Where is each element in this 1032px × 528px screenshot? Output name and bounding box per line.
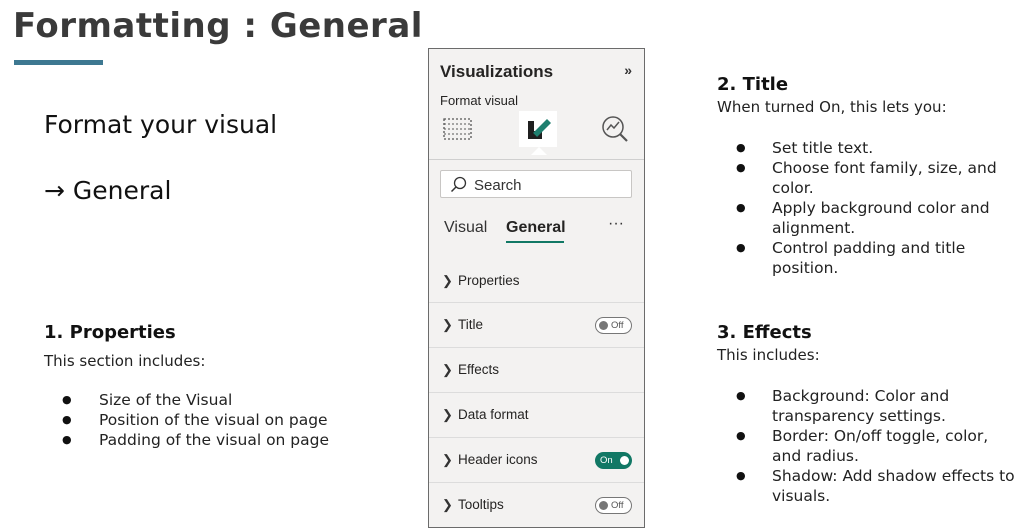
toggle-state: Off <box>611 500 624 511</box>
list-item: Choose font family, size, and color. <box>717 158 1017 198</box>
effects-section-heading: 3. Effects <box>717 322 812 343</box>
toggle-knob <box>599 321 608 330</box>
format-visual-icon[interactable] <box>519 111 557 147</box>
toggle-state: Off <box>611 320 624 331</box>
title-toggle[interactable]: Off <box>595 317 632 334</box>
subtitle-format-visual: Format your visual <box>44 110 278 139</box>
list-item: Set title text. <box>717 138 1017 158</box>
list-item: Padding of the visual on page <box>44 430 374 450</box>
list-item: Shadow: Add shadow effects to visuals. <box>717 466 1022 506</box>
title-section-heading: 2. Title <box>717 74 789 95</box>
search-input[interactable]: Search <box>440 170 632 198</box>
list-item: Apply background color and alignment. <box>717 198 1017 238</box>
properties-intro: This section includes: <box>44 352 206 370</box>
section-label: Effects <box>458 362 500 377</box>
section-label: Tooltips <box>458 497 504 512</box>
properties-heading: 1. Properties <box>44 322 176 343</box>
tab-general[interactable]: General <box>506 219 566 237</box>
pane-mode-icons <box>429 109 644 155</box>
tab-visual[interactable]: Visual <box>444 219 487 237</box>
search-icon <box>450 176 467 193</box>
format-visual-label: Format visual <box>440 93 519 108</box>
chevron-right-icon: ❯ <box>442 317 453 332</box>
section-data-format[interactable]: ❯ Data format <box>429 392 644 437</box>
more-options-icon[interactable]: ··· <box>608 215 624 233</box>
collapse-pane-icon[interactable]: » <box>624 62 632 78</box>
build-visual-icon[interactable] <box>441 113 475 145</box>
list-item: Control padding and title position. <box>717 238 1017 278</box>
list-item: Size of the Visual <box>44 390 374 410</box>
section-effects[interactable]: ❯ Effects <box>429 347 644 392</box>
search-placeholder: Search <box>474 177 522 194</box>
list-item: Position of the visual on page <box>44 410 374 430</box>
chevron-right-icon: ❯ <box>442 407 453 422</box>
list-item: Background: Color and transparency setti… <box>717 386 1022 426</box>
pane-title: Visualizations <box>440 62 554 81</box>
chevron-right-icon: ❯ <box>442 273 453 288</box>
slide-title: Formatting : General <box>13 6 423 46</box>
section-title[interactable]: ❯ Title Off <box>429 302 644 347</box>
effects-section-intro: This includes: <box>717 346 820 364</box>
toggle-knob <box>599 501 608 510</box>
pane-divider <box>429 159 644 160</box>
chevron-right-icon: ❯ <box>442 362 453 377</box>
chevron-right-icon: ❯ <box>442 497 453 512</box>
effects-section-list: Background: Color and transparency setti… <box>717 386 1022 506</box>
analytics-icon[interactable] <box>598 113 632 145</box>
visualizations-pane: Visualizations » Format visual Search Vi… <box>428 48 645 528</box>
section-label: Properties <box>458 273 520 288</box>
tooltips-toggle[interactable]: Off <box>595 497 632 514</box>
active-indicator <box>531 147 547 155</box>
active-tab-underline <box>506 241 564 243</box>
section-label: Data format <box>458 407 529 422</box>
toggle-knob <box>620 456 629 465</box>
section-label: Header icons <box>458 452 538 467</box>
properties-list: Size of the Visual Position of the visua… <box>44 390 374 450</box>
title-section-list: Set title text. Choose font family, size… <box>717 138 1017 278</box>
section-label: Title <box>458 317 484 332</box>
section-properties[interactable]: ❯ Properties <box>429 259 644 304</box>
title-section-intro: When turned On, this lets you: <box>717 98 947 116</box>
list-item: Border: On/off toggle, color, and radius… <box>717 426 1022 466</box>
subtitle-general: → General <box>44 176 172 205</box>
header-icons-toggle[interactable]: On <box>595 452 632 469</box>
toggle-state: On <box>600 455 613 466</box>
chevron-right-icon: ❯ <box>442 452 453 467</box>
section-tooltips[interactable]: ❯ Tooltips Off <box>429 482 644 527</box>
section-header-icons[interactable]: ❯ Header icons On <box>429 437 644 482</box>
title-underline <box>14 60 103 65</box>
